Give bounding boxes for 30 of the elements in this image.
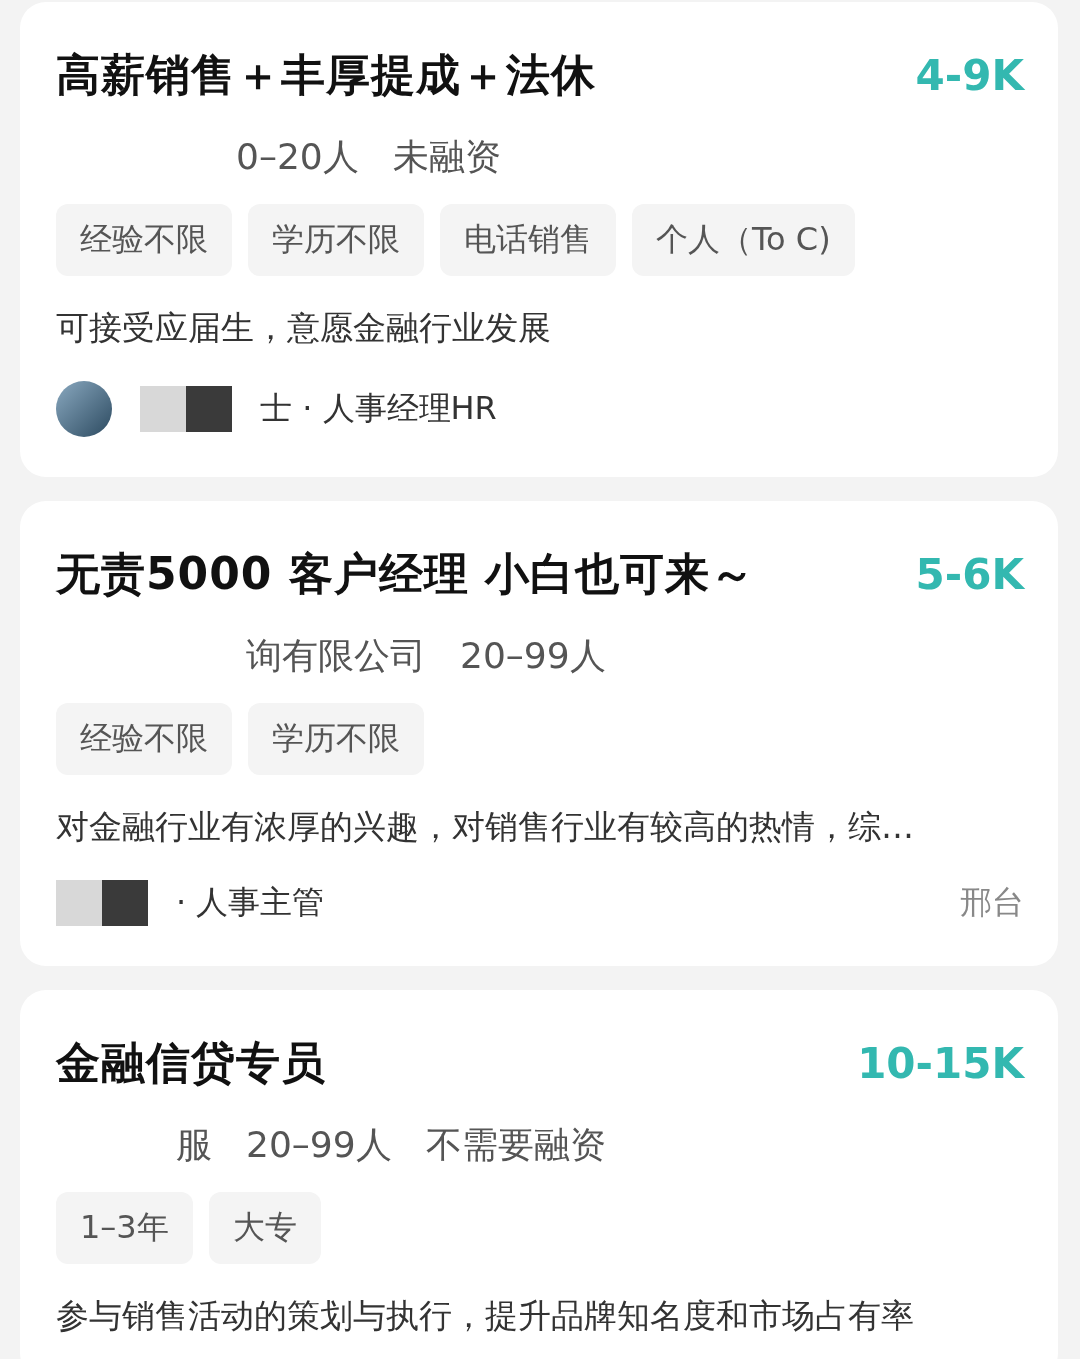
company-info: 20–99人	[246, 1123, 392, 1167]
job-description: 对金融行业有浓厚的兴趣，对销售行业有较高的热情，综…	[56, 806, 915, 848]
job-card[interactable]: 无责5000 客户经理 小白也可来～ 5-6K 询有限公司 20–99人 经验不限 学历不限 对金融行业有浓厚的兴趣，对销售行业有较高的热情，综… · 人事主管 邢台	[20, 501, 1058, 966]
tag: 大专	[208, 1192, 321, 1264]
recruiter-info: 士 · 人事经理HR	[260, 388, 497, 429]
salary: 5-6K	[915, 550, 1024, 599]
company-info: 不需要融资	[425, 1123, 606, 1167]
job-title: 金融信贷专员	[56, 1036, 326, 1090]
location: 邢台	[960, 882, 1024, 923]
tag: 经验不限	[56, 703, 232, 775]
tag: 学历不限	[248, 703, 424, 775]
company-info: 询有限公司	[246, 634, 426, 678]
salary: 10-15K	[857, 1039, 1024, 1088]
recruiter-info: · 人事主管	[176, 882, 325, 923]
job-title: 高薪销售＋丰厚提成＋法休	[56, 48, 596, 102]
job-card[interactable]: 金融信贷专员 10-15K 服 20–99人 不需要融资 1–3年 大专 参与销售活动的策划与执行，提升品牌知名度和市场占有率	[20, 990, 1058, 1359]
job-title: 无责5000 客户经理 小白也可来～	[56, 547, 756, 601]
job-card[interactable]: 高薪销售＋丰厚提成＋法休 4-9K 0–20人 未融资 经验不限 学历不限 电话销售 个人（To C) 可接受应届生，意愿金融行业发展 士 · 人事经理HR	[20, 2, 1058, 477]
company-info: 0–20人	[236, 135, 359, 179]
company-info: 服	[176, 1123, 212, 1167]
job-description: 可接受应届生，意愿金融行业发展	[56, 307, 552, 349]
tag: 经验不限	[56, 204, 232, 276]
salary: 4-9K	[915, 51, 1024, 100]
company-info: 20–99人	[460, 634, 606, 678]
job-description: 参与销售活动的策划与执行，提升品牌知名度和市场占有率	[56, 1295, 915, 1337]
tag: 个人（To C)	[632, 204, 855, 276]
tag: 学历不限	[248, 204, 424, 276]
tag: 电话销售	[440, 204, 616, 276]
tag: 1–3年	[56, 1192, 193, 1264]
company-info: 未融资	[392, 135, 501, 179]
